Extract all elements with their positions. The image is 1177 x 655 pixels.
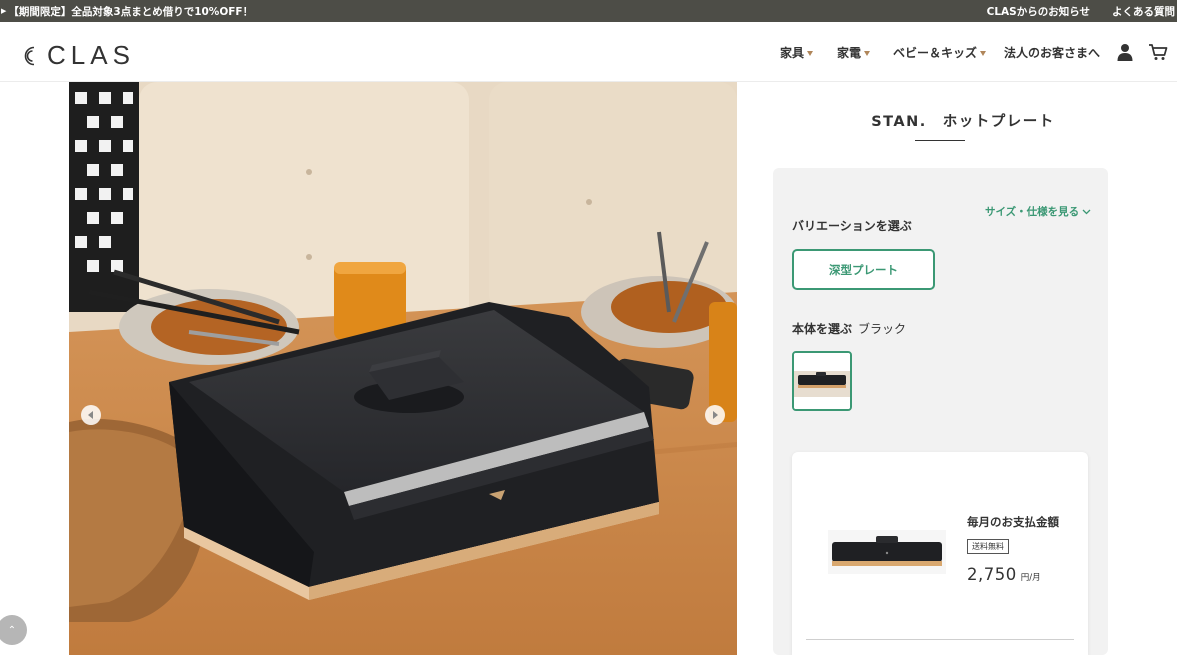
news-link[interactable]: CLASからのお知らせ — [987, 4, 1090, 19]
title-underline — [915, 140, 965, 141]
site-header: CLAS 家具 家電 ベビー＆キッズ 法人のお客さまへ — [0, 22, 1177, 82]
logo[interactable]: CLAS — [19, 40, 135, 71]
body-color-value: ブラック — [858, 322, 907, 336]
faq-link[interactable]: よくある質問 — [1112, 4, 1175, 19]
user-icon[interactable] — [1117, 43, 1133, 61]
price-amount: 2,750 — [967, 565, 1017, 584]
scroll-to-top-button[interactable]: ⌃ — [0, 615, 27, 645]
body-select-label: 本体を選ぶ ブラック — [792, 320, 906, 337]
caret-down-icon — [863, 50, 870, 56]
chevron-down-icon — [1082, 209, 1091, 214]
color-swatch-black[interactable] — [792, 351, 852, 411]
nav-furniture[interactable]: 家具 — [780, 44, 813, 61]
spec-link-label: サイズ・仕様を見る — [985, 206, 1080, 218]
chevron-right-icon — [713, 411, 718, 419]
announcement-bar: ▶ 【期間限定】全品対象3点まとめ借りで10%OFF！ CLASからのお知らせ … — [0, 0, 1177, 22]
card-divider — [806, 639, 1074, 640]
variation-label: バリエーションを選ぶ — [792, 219, 912, 233]
logo-text: CLAS — [47, 40, 135, 70]
nav-label: 法人のお客さまへ — [1003, 45, 1100, 60]
promo-link[interactable]: ▶ 【期間限定】全品対象3点まとめ借りで10%OFF！ — [0, 4, 253, 19]
price-card: 毎月のお支払金額 送料無料 2,750 円/月 — [792, 452, 1088, 655]
monthly-price: 2,750 円/月 — [967, 565, 1041, 584]
product-image[interactable] — [69, 82, 737, 655]
variation-option-deep-plate[interactable]: 深型プレート — [792, 249, 935, 290]
nav-baby-kids[interactable]: ベビー＆キッズ — [893, 44, 986, 61]
spec-link[interactable]: サイズ・仕様を見る — [985, 204, 1091, 219]
chevron-up-icon: ⌃ — [7, 624, 17, 636]
swatch-thumbnail — [794, 353, 850, 409]
nav-corporate[interactable]: 法人のお客さまへ — [1004, 44, 1100, 61]
play-icon: ▶ — [1, 7, 7, 15]
caret-down-icon — [979, 50, 986, 56]
chevron-left-icon — [88, 411, 93, 419]
carousel-prev-button[interactable] — [81, 405, 101, 425]
promo-text: 【期間限定】全品対象3点まとめ借りで10%OFF！ — [8, 5, 254, 18]
variation-option-label: 深型プレート — [829, 262, 898, 277]
nav-label: ベビー＆キッズ — [892, 45, 977, 60]
monthly-payment-label: 毎月のお支払金額 — [967, 515, 1059, 529]
nav-label: 家電 — [836, 45, 861, 60]
body-label: 本体を選ぶ — [792, 322, 853, 336]
utility-links: CLASからのお知らせ よくある質問 — [987, 4, 1177, 19]
price-unit: 円/月 — [1020, 573, 1041, 583]
nav-label: 家具 — [779, 45, 804, 60]
free-shipping-badge: 送料無料 — [967, 539, 1009, 554]
cart-icon[interactable] — [1148, 43, 1168, 61]
nav-appliances[interactable]: 家電 — [837, 44, 870, 61]
caret-down-icon — [806, 50, 813, 56]
price-card-product-image — [828, 530, 946, 574]
logo-mark-icon — [24, 46, 35, 65]
main-nav: 家具 家電 ベビー＆キッズ 法人のお客さまへ — [780, 22, 1168, 82]
product-title: STAN. ホットプレート — [871, 114, 1055, 130]
carousel-next-button[interactable] — [705, 405, 725, 425]
